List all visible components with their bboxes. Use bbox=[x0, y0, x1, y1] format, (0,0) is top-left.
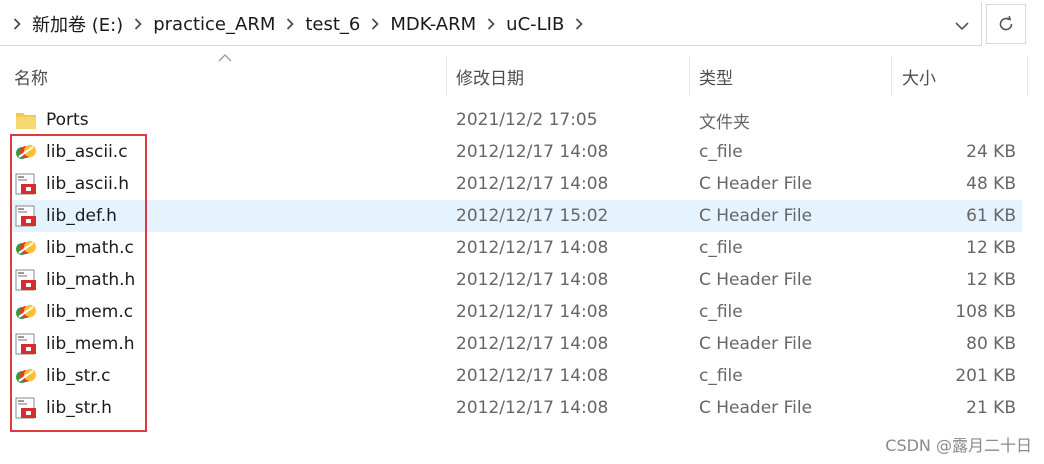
breadcrumb-item[interactable]: MDK-ARM bbox=[386, 14, 480, 35]
column-header-date[interactable]: 修改日期 bbox=[456, 56, 524, 96]
column-header-type[interactable]: 类型 bbox=[699, 56, 733, 96]
file-row[interactable]: lib_math.h 2012/12/17 14:08 C Header File 1… bbox=[10, 264, 1022, 296]
file-size: 201 KB bbox=[955, 366, 1016, 386]
column-divider[interactable] bbox=[446, 56, 447, 96]
file-row[interactable]: lib_mem.h 2012/12/17 14:08 C Header File 80… bbox=[10, 328, 1022, 360]
file-type: C Header File bbox=[699, 206, 813, 226]
file-date: 2012/12/17 14:08 bbox=[456, 302, 609, 322]
file-date: 2012/12/17 14:08 bbox=[456, 398, 609, 418]
column-divider[interactable] bbox=[689, 56, 690, 96]
file-row[interactable]: Ports 2021/12/2 17:05 文件夹 bbox=[10, 104, 1022, 136]
file-date: 2012/12/17 15:02 bbox=[456, 206, 609, 226]
file-row[interactable]: lib_str.c 2012/12/17 14:08 c_file 201 KB bbox=[10, 360, 1022, 392]
file-date: 2012/12/17 14:08 bbox=[456, 238, 609, 258]
file-name: Ports bbox=[46, 110, 89, 130]
column-headers: 名称 修改日期 类型 大小 bbox=[0, 54, 1044, 96]
file-size: 80 KB bbox=[966, 334, 1016, 354]
file-row[interactable]: lib_def.h 2012/12/17 15:02 C Header File 61… bbox=[10, 200, 1022, 232]
file-type: C Header File bbox=[699, 270, 813, 290]
file-row[interactable]: lib_str.h 2012/12/17 14:08 C Header File 21… bbox=[10, 392, 1022, 424]
column-header-size[interactable]: 大小 bbox=[902, 56, 936, 96]
folder-icon bbox=[16, 113, 36, 129]
chevron-right-icon[interactable] bbox=[6, 18, 28, 30]
breadcrumb-item[interactable]: test_6 bbox=[301, 14, 364, 35]
file-row[interactable]: lib_mem.c 2012/12/17 14:08 c_file 108 KB bbox=[10, 296, 1022, 328]
breadcrumb-item[interactable]: uC-LIB bbox=[502, 14, 568, 35]
file-type: C Header File bbox=[699, 398, 813, 418]
file-date: 2012/12/17 14:08 bbox=[456, 366, 609, 386]
refresh-icon bbox=[999, 16, 1013, 31]
column-divider[interactable] bbox=[891, 56, 892, 96]
breadcrumb-box[interactable]: 新加卷 (E:) practice_ARM test_6 MDK-ARM uC-… bbox=[0, 2, 982, 46]
chevron-right-icon[interactable] bbox=[364, 18, 386, 30]
watermark: CSDN @露月二十日 bbox=[885, 436, 1032, 455]
file-size: 24 KB bbox=[966, 142, 1016, 162]
file-type: C Header File bbox=[699, 174, 813, 194]
file-row[interactable]: lib_ascii.c 2012/12/17 14:08 c_file 24 KB bbox=[10, 136, 1022, 168]
file-type: C Header File bbox=[699, 334, 813, 354]
address-dropdown-button[interactable] bbox=[944, 6, 980, 46]
chevron-right-icon[interactable] bbox=[568, 18, 590, 30]
column-header-name[interactable]: 名称 bbox=[14, 56, 48, 96]
chevron-right-icon[interactable] bbox=[480, 18, 502, 30]
file-date: 2012/12/17 14:08 bbox=[456, 142, 609, 162]
file-type: c_file bbox=[699, 366, 743, 386]
file-type: c_file bbox=[699, 142, 743, 162]
file-type: 文件夹 bbox=[699, 112, 750, 133]
breadcrumb-item[interactable]: 新加卷 (E:) bbox=[28, 11, 127, 37]
chevron-right-icon[interactable] bbox=[127, 18, 149, 30]
file-size: 12 KB bbox=[966, 238, 1016, 258]
address-bar: 新加卷 (E:) practice_ARM test_6 MDK-ARM uC-… bbox=[0, 0, 1044, 48]
chevron-down-icon bbox=[955, 22, 969, 31]
file-date: 2021/12/2 17:05 bbox=[456, 110, 598, 130]
file-row[interactable]: lib_math.c 2012/12/17 14:08 c_file 12 KB bbox=[10, 232, 1022, 264]
sort-ascending-icon bbox=[218, 54, 232, 62]
file-row[interactable]: lib_ascii.h 2012/12/17 14:08 C Header File… bbox=[10, 168, 1022, 200]
breadcrumb-item[interactable]: practice_ARM bbox=[149, 14, 279, 35]
refresh-button[interactable] bbox=[986, 4, 1026, 44]
file-size: 12 KB bbox=[966, 270, 1016, 290]
file-type: c_file bbox=[699, 302, 743, 322]
breadcrumb: 新加卷 (E:) practice_ARM test_6 MDK-ARM uC-… bbox=[6, 2, 590, 46]
file-size: 108 KB bbox=[955, 302, 1016, 322]
highlight-rectangle bbox=[10, 134, 147, 432]
column-divider[interactable] bbox=[1027, 56, 1028, 96]
file-date: 2012/12/17 14:08 bbox=[456, 174, 609, 194]
file-date: 2012/12/17 14:08 bbox=[456, 334, 609, 354]
file-size: 21 KB bbox=[966, 398, 1016, 418]
file-size: 48 KB bbox=[966, 174, 1016, 194]
file-date: 2012/12/17 14:08 bbox=[456, 270, 609, 290]
file-type: c_file bbox=[699, 238, 743, 258]
file-size: 61 KB bbox=[966, 206, 1016, 226]
chevron-right-icon[interactable] bbox=[279, 18, 301, 30]
